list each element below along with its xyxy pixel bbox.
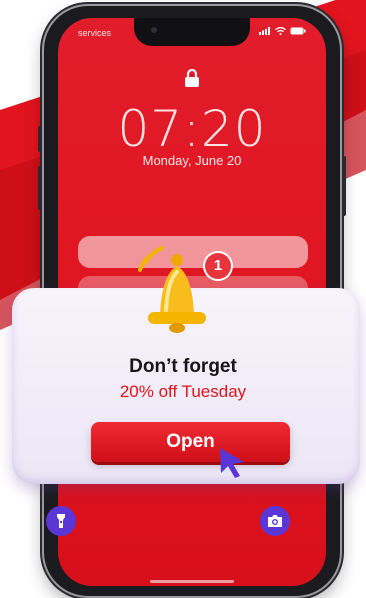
cursor-icon	[220, 448, 244, 478]
notification-title: Don’t forget	[129, 356, 237, 377]
signal-icon	[259, 27, 270, 35]
notification-subtitle: 20% off Tuesday	[119, 382, 247, 401]
front-camera	[151, 27, 157, 33]
side-button-left	[38, 126, 42, 152]
camera-button[interactable]	[260, 506, 290, 536]
open-button[interactable]: Open	[91, 422, 290, 462]
notch	[134, 18, 250, 46]
status-icons	[259, 27, 306, 35]
camera-icon	[268, 515, 282, 527]
carrier-label: services	[78, 28, 112, 38]
wifi-icon	[275, 27, 286, 35]
battery-icon	[290, 27, 306, 35]
notification-badge: 1	[205, 253, 231, 279]
home-indicator[interactable]	[150, 580, 234, 583]
lock-time: 07:20	[117, 100, 267, 158]
lock-date: Monday, June 20	[142, 153, 242, 168]
side-button-left	[38, 166, 42, 210]
lock-icon	[185, 68, 199, 87]
flashlight-button[interactable]	[46, 506, 76, 536]
side-button-right	[342, 156, 346, 216]
flashlight-icon	[57, 514, 65, 528]
